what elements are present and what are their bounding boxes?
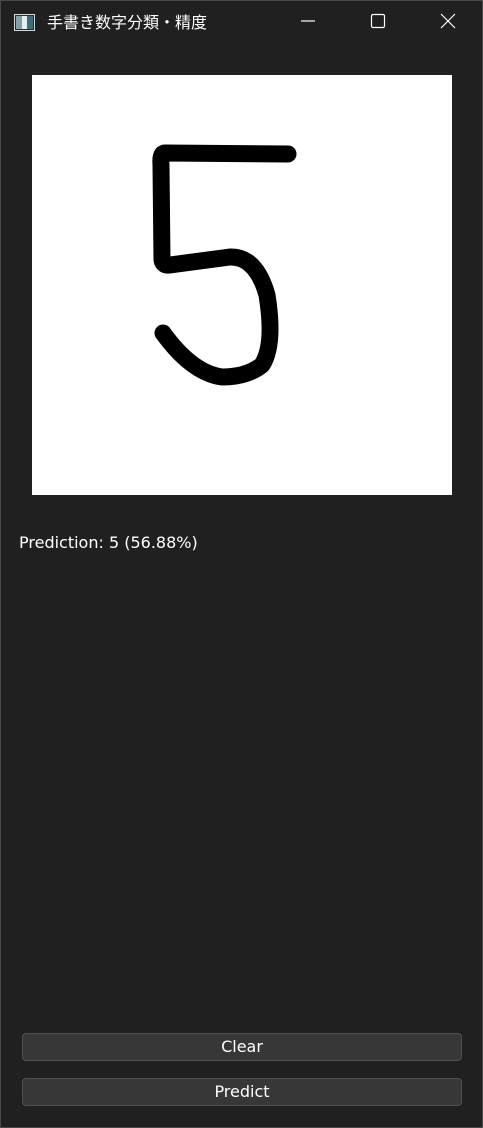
clear-button[interactable]: Clear xyxy=(22,1033,462,1061)
title-bar[interactable]: 手書き数字分類・精度 xyxy=(1,1,482,45)
app-icon xyxy=(14,14,35,31)
drawing-canvas[interactable] xyxy=(32,75,452,495)
minimize-icon xyxy=(300,13,316,33)
close-icon xyxy=(440,13,456,33)
prediction-label: Prediction: 5 (56.88%) xyxy=(19,533,198,552)
close-button[interactable] xyxy=(413,1,483,45)
app-window: 手書き数字分類・精度 Prediction: 5 (56.88%) Clear … xyxy=(0,0,483,1128)
window-title: 手書き数字分類・精度 xyxy=(47,13,208,32)
handwritten-digit-drawing xyxy=(152,144,297,386)
minimize-button[interactable] xyxy=(273,1,343,45)
predict-button[interactable]: Predict xyxy=(22,1078,462,1106)
maximize-icon xyxy=(370,13,386,33)
maximize-button[interactable] xyxy=(343,1,413,45)
